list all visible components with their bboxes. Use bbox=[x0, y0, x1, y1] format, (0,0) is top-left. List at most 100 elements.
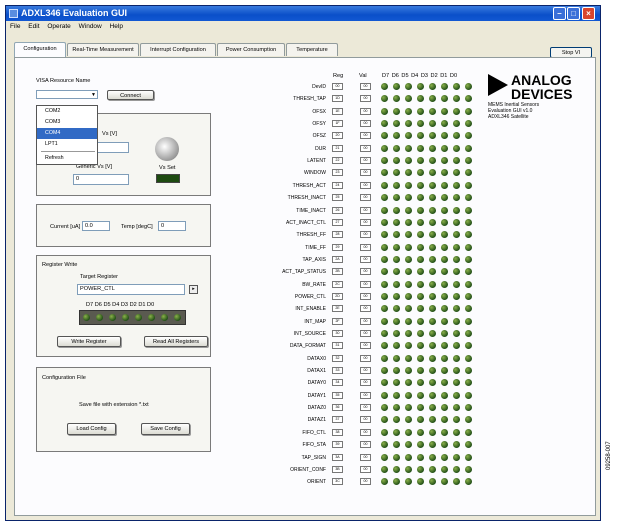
register-bit-led[interactable] bbox=[381, 243, 388, 251]
register-bit-led[interactable] bbox=[429, 218, 436, 226]
maximize-button[interactable]: □ bbox=[567, 7, 580, 20]
close-button[interactable]: × bbox=[582, 7, 595, 20]
register-bit-led[interactable] bbox=[417, 317, 424, 325]
register-bit-led[interactable] bbox=[465, 206, 472, 214]
register-bit-led[interactable] bbox=[441, 280, 448, 288]
register-bit-led[interactable] bbox=[381, 206, 388, 214]
register-bit-led[interactable] bbox=[453, 354, 460, 362]
bit-led[interactable] bbox=[83, 314, 90, 321]
register-bit-led[interactable] bbox=[393, 453, 400, 461]
menu-help[interactable]: Help bbox=[110, 23, 123, 30]
register-bit-led[interactable] bbox=[441, 367, 448, 375]
menu-window[interactable]: Window bbox=[79, 23, 102, 30]
register-bit-led[interactable] bbox=[381, 83, 388, 90]
register-bit-led[interactable] bbox=[381, 218, 388, 226]
register-bit-led[interactable] bbox=[441, 206, 448, 214]
register-bit-led[interactable] bbox=[465, 367, 472, 375]
register-bit-led[interactable] bbox=[405, 391, 412, 399]
register-value[interactable]: 00 bbox=[360, 441, 371, 449]
register-bit-led[interactable] bbox=[429, 120, 436, 128]
dropdown-item-com2[interactable]: COM2 bbox=[37, 106, 97, 117]
register-bit-led[interactable] bbox=[393, 255, 400, 263]
register-bit-led[interactable] bbox=[429, 255, 436, 263]
register-bit-led[interactable] bbox=[381, 181, 388, 189]
register-bit-led[interactable] bbox=[453, 255, 460, 263]
register-bit-led[interactable] bbox=[453, 107, 460, 115]
register-bit-led[interactable] bbox=[441, 330, 448, 337]
register-bit-led[interactable] bbox=[453, 243, 460, 251]
register-value[interactable]: 00 bbox=[360, 292, 371, 300]
register-bit-led[interactable] bbox=[393, 317, 400, 325]
register-bit-led[interactable] bbox=[441, 317, 448, 325]
register-bit-led[interactable] bbox=[417, 181, 424, 189]
register-bit-led[interactable] bbox=[441, 255, 448, 263]
register-bit-led[interactable] bbox=[465, 255, 472, 263]
register-bit-led[interactable] bbox=[393, 144, 400, 152]
register-bit-led[interactable] bbox=[429, 317, 436, 325]
register-bit-led[interactable] bbox=[429, 144, 436, 152]
register-bit-led[interactable] bbox=[465, 428, 472, 436]
register-bit-led[interactable] bbox=[417, 83, 424, 90]
register-bit-led[interactable] bbox=[393, 243, 400, 251]
register-bit-led[interactable] bbox=[417, 367, 424, 375]
menu-edit[interactable]: Edit bbox=[28, 23, 39, 30]
register-value[interactable]: 00 bbox=[360, 379, 371, 387]
register-value[interactable]: 00 bbox=[360, 144, 371, 152]
register-bit-led[interactable] bbox=[417, 354, 424, 362]
register-bit-led[interactable] bbox=[405, 354, 412, 362]
register-value[interactable]: 00 bbox=[360, 169, 371, 177]
register-bit-led[interactable] bbox=[453, 83, 460, 90]
register-bit-led[interactable] bbox=[417, 243, 424, 251]
register-bit-led[interactable] bbox=[417, 280, 424, 288]
register-bit-led[interactable] bbox=[393, 354, 400, 362]
register-bit-led[interactable] bbox=[429, 83, 436, 90]
register-bit-led[interactable] bbox=[405, 292, 412, 300]
tab-interrupt-configuration[interactable]: Interrupt Configuration bbox=[140, 43, 216, 56]
register-bit-led[interactable] bbox=[453, 367, 460, 375]
register-value[interactable]: 00 bbox=[360, 218, 371, 226]
register-bit-led[interactable] bbox=[381, 391, 388, 399]
register-bit-led[interactable] bbox=[417, 107, 424, 115]
register-bit-led[interactable] bbox=[465, 243, 472, 251]
register-bit-led[interactable] bbox=[405, 243, 412, 251]
register-value[interactable]: 00 bbox=[360, 317, 371, 325]
bit-led[interactable] bbox=[148, 314, 155, 321]
register-value[interactable]: 00 bbox=[360, 231, 371, 239]
register-bit-led[interactable] bbox=[429, 206, 436, 214]
dropdown-item-com4[interactable]: COM4 bbox=[37, 128, 97, 139]
register-bit-led[interactable] bbox=[405, 255, 412, 263]
register-bit-led[interactable] bbox=[453, 453, 460, 461]
register-bit-led[interactable] bbox=[441, 428, 448, 436]
connect-button[interactable]: Connect bbox=[107, 90, 154, 100]
register-bit-led[interactable] bbox=[417, 391, 424, 399]
register-bit-led[interactable] bbox=[441, 391, 448, 399]
register-value[interactable]: 00 bbox=[360, 391, 371, 399]
register-value[interactable]: 00 bbox=[360, 453, 371, 461]
register-bit-led[interactable] bbox=[393, 465, 400, 473]
register-bit-led[interactable] bbox=[429, 453, 436, 461]
menu-operate[interactable]: Operate bbox=[47, 23, 71, 30]
register-bit-led[interactable] bbox=[441, 120, 448, 128]
register-bit-led[interactable] bbox=[465, 107, 472, 115]
register-bit-led[interactable] bbox=[429, 428, 436, 436]
register-bit-led[interactable] bbox=[393, 218, 400, 226]
register-bit-led[interactable] bbox=[429, 181, 436, 189]
register-bit-led[interactable] bbox=[465, 391, 472, 399]
dropdown-item-refresh[interactable]: Refresh bbox=[37, 153, 97, 164]
register-value[interactable]: 00 bbox=[360, 255, 371, 263]
register-value[interactable]: 00 bbox=[360, 428, 371, 436]
register-bit-led[interactable] bbox=[381, 354, 388, 362]
register-bit-led[interactable] bbox=[405, 206, 412, 214]
register-bit-led[interactable] bbox=[381, 317, 388, 325]
register-bit-led[interactable] bbox=[405, 453, 412, 461]
register-value[interactable]: 00 bbox=[360, 83, 371, 90]
register-value[interactable]: 00 bbox=[360, 330, 371, 337]
register-value[interactable]: 00 bbox=[360, 132, 371, 140]
visa-resource-select[interactable]: ▼ bbox=[36, 90, 98, 99]
save-config-button[interactable]: Save Config bbox=[141, 423, 190, 435]
register-bit-led[interactable] bbox=[453, 465, 460, 473]
register-bit-led[interactable] bbox=[441, 218, 448, 226]
register-bit-led[interactable] bbox=[417, 120, 424, 128]
register-bit-led[interactable] bbox=[453, 120, 460, 128]
register-bit-led[interactable] bbox=[381, 144, 388, 152]
